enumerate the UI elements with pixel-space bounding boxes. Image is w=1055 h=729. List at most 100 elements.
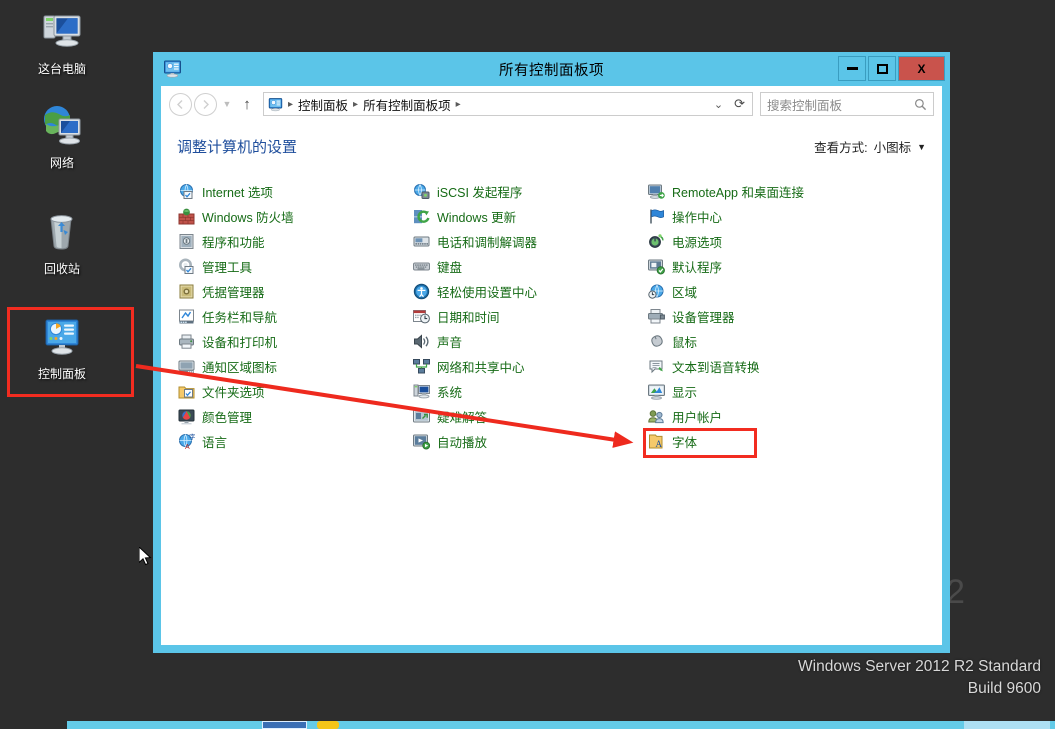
recent-locations-button[interactable]: ▼ [219, 99, 235, 109]
cp-item-sound[interactable]: 声音 [413, 329, 648, 354]
desktop-icon-label: 网络 [49, 156, 74, 170]
maximize-button[interactable] [868, 56, 896, 81]
cp-item-folder-options[interactable]: 文件夹选项 [178, 379, 413, 404]
cp-item-user-accounts[interactable]: 用户帐户 [648, 404, 883, 429]
page-title: 调整计算机的设置 [177, 139, 298, 156]
keyboard-icon [413, 258, 430, 275]
view-mode-value[interactable]: 小图标 [874, 137, 912, 156]
breadcrumb-separator-trailing[interactable]: ▸ [454, 99, 463, 110]
chevron-down-icon[interactable]: ▼ [917, 142, 926, 152]
taskbar-item-window[interactable] [262, 721, 307, 729]
svg-text:A: A [656, 439, 663, 449]
refresh-icon[interactable]: ⟳ [731, 96, 748, 112]
phone-modem-icon [413, 233, 430, 250]
control-panel-icon [38, 313, 86, 361]
window-titlebar[interactable]: 所有控制面板项 X [153, 52, 950, 86]
cp-item-taskbar-navigation[interactable]: 任务栏和导航 [178, 304, 413, 329]
cp-item-label: 管理工具 [202, 261, 253, 275]
desktop-icon-recycle-bin[interactable]: 回收站 [14, 208, 110, 276]
close-button[interactable]: X [898, 56, 945, 81]
cp-item-label: 网络和共享中心 [437, 361, 525, 375]
cp-item-fonts[interactable]: A 字体 [648, 429, 883, 454]
window-controls[interactable]: X [838, 56, 945, 81]
watermark-line-1: Windows Server 2012 R2 Standard [798, 658, 1041, 675]
cp-item-region[interactable]: 区域 [648, 279, 883, 304]
control-panel-icon [163, 59, 182, 78]
cp-item-label: 设备管理器 [672, 311, 735, 325]
network-sharing-icon [413, 358, 430, 375]
color-management-icon [178, 408, 195, 425]
cp-item-display[interactable]: 显示 [648, 379, 883, 404]
devices-printers-icon [178, 333, 195, 350]
breadcrumb-item-all-items[interactable]: 所有控制面板项 [363, 95, 451, 114]
cp-item-default-programs[interactable]: 默认程序 [648, 254, 883, 279]
cp-item-iscsi-initiator[interactable]: iSCSI 发起程序 [413, 179, 648, 204]
up-button[interactable]: ↑ [237, 96, 257, 113]
cp-item-action-center[interactable]: 操作中心 [648, 204, 883, 229]
iscsi-initiator-icon [413, 183, 430, 200]
desktop-icon-control-panel[interactable]: 控制面板 [14, 313, 110, 381]
search-input[interactable]: 搜索控制面板 [767, 95, 910, 114]
window-title: 所有控制面板项 [499, 62, 604, 79]
view-mode-label: 查看方式: [814, 141, 868, 155]
navigation-bar[interactable]: ▼ ↑ ▸ 控制面板 ▸ 所有控制面板项 ▸ ⌄ ⟳ 搜索控制面板 [161, 86, 942, 122]
cp-item-label: 默认程序 [672, 261, 723, 275]
cp-item-mouse[interactable]: 鼠标 [648, 329, 883, 354]
cp-item-label: 颜色管理 [202, 411, 253, 425]
cp-item-power-options[interactable]: 电源选项 [648, 229, 883, 254]
cp-item-phone-modem[interactable]: 电话和调制解调器 [413, 229, 648, 254]
cp-item-autoplay[interactable]: 自动播放 [413, 429, 648, 454]
cp-item-color-management[interactable]: 颜色管理 [178, 404, 413, 429]
items-column-3: RemoteApp 和桌面连接 操作中心 电源选项 默认程序 区域 设备管理器 … [648, 179, 883, 454]
search-box[interactable]: 搜索控制面板 [760, 92, 934, 116]
cp-item-device-manager[interactable]: 设备管理器 [648, 304, 883, 329]
system-tray[interactable] [964, 721, 1050, 729]
breadcrumb-item-control-panel[interactable]: 控制面板 [298, 95, 348, 114]
taskbar-item-folder[interactable] [317, 721, 339, 729]
forward-button[interactable] [194, 92, 217, 116]
cp-item-internet-options[interactable]: Internet 选项 [178, 179, 413, 204]
display-icon [648, 383, 665, 400]
cp-item-windows-update[interactable]: Windows 更新 [413, 204, 648, 229]
watermark-line-2: Build 9600 [967, 680, 1041, 697]
control-panel-icon [268, 97, 283, 112]
cp-item-administrative-tools[interactable]: 管理工具 [178, 254, 413, 279]
device-manager-icon [648, 308, 665, 325]
desktop-icon-network[interactable]: 网络 [14, 102, 110, 170]
notification-area-icon [178, 358, 195, 375]
cp-item-devices-printers[interactable]: 设备和打印机 [178, 329, 413, 354]
language-icon: A字 [178, 432, 196, 451]
cp-item-windows-firewall[interactable]: Windows 防火墙 [178, 204, 413, 229]
breadcrumb[interactable]: ▸ 控制面板 ▸ 所有控制面板项 ▸ ⌄ ⟳ [263, 92, 753, 116]
recycle-bin-icon [38, 208, 86, 256]
cp-item-system[interactable]: 系统 [413, 379, 648, 404]
taskbar[interactable] [0, 721, 1055, 729]
items-column-2: iSCSI 发起程序 Windows 更新 电话和调制解调器 键盘 轻松使用设置… [413, 179, 648, 454]
explorer-window[interactable]: 所有控制面板项 X ▼ ↑ ▸ 控制面板 ▸ 所有控制面板项 ▸ ⌄ ⟳ 搜索控… [153, 52, 950, 653]
cp-item-label: 电源选项 [672, 236, 723, 250]
view-mode-selector[interactable]: 查看方式: 小图标 ▼ [814, 137, 926, 156]
chevron-down-icon[interactable]: ⌄ [709, 98, 728, 111]
cp-item-text-to-speech[interactable]: 文本到语音转换 [648, 354, 883, 379]
cp-item-network-sharing-center[interactable]: 网络和共享中心 [413, 354, 648, 379]
desktop-icon-this-pc[interactable]: 这台电脑 [14, 8, 110, 76]
cp-item-keyboard[interactable]: 键盘 [413, 254, 648, 279]
cp-item-remoteapp-desktop-connections[interactable]: RemoteApp 和桌面连接 [648, 179, 883, 204]
back-button[interactable] [169, 92, 192, 116]
cp-item-date-time[interactable]: 日期和时间 [413, 304, 648, 329]
taskbar-strip[interactable] [67, 721, 1055, 729]
cp-item-label: 疑难解答 [437, 411, 488, 425]
cp-item-troubleshooting[interactable]: 疑难解答 [413, 404, 648, 429]
user-accounts-icon [648, 408, 665, 425]
cp-item-ease-of-access[interactable]: 轻松使用设置中心 [413, 279, 648, 304]
sound-icon [413, 333, 430, 350]
desktop-icon-label: 这台电脑 [37, 62, 86, 76]
cp-item-programs-features[interactable]: 程序和功能 [178, 229, 413, 254]
cp-item-notification-area-icons[interactable]: 通知区域图标 [178, 354, 413, 379]
folder-options-icon [178, 383, 195, 400]
cp-item-language[interactable]: A字 语言 [178, 429, 413, 454]
cp-item-label: 设备和打印机 [202, 336, 278, 350]
minimize-button[interactable] [838, 56, 866, 81]
cp-item-credential-manager[interactable]: 凭据管理器 [178, 279, 413, 304]
region-icon [648, 283, 665, 300]
